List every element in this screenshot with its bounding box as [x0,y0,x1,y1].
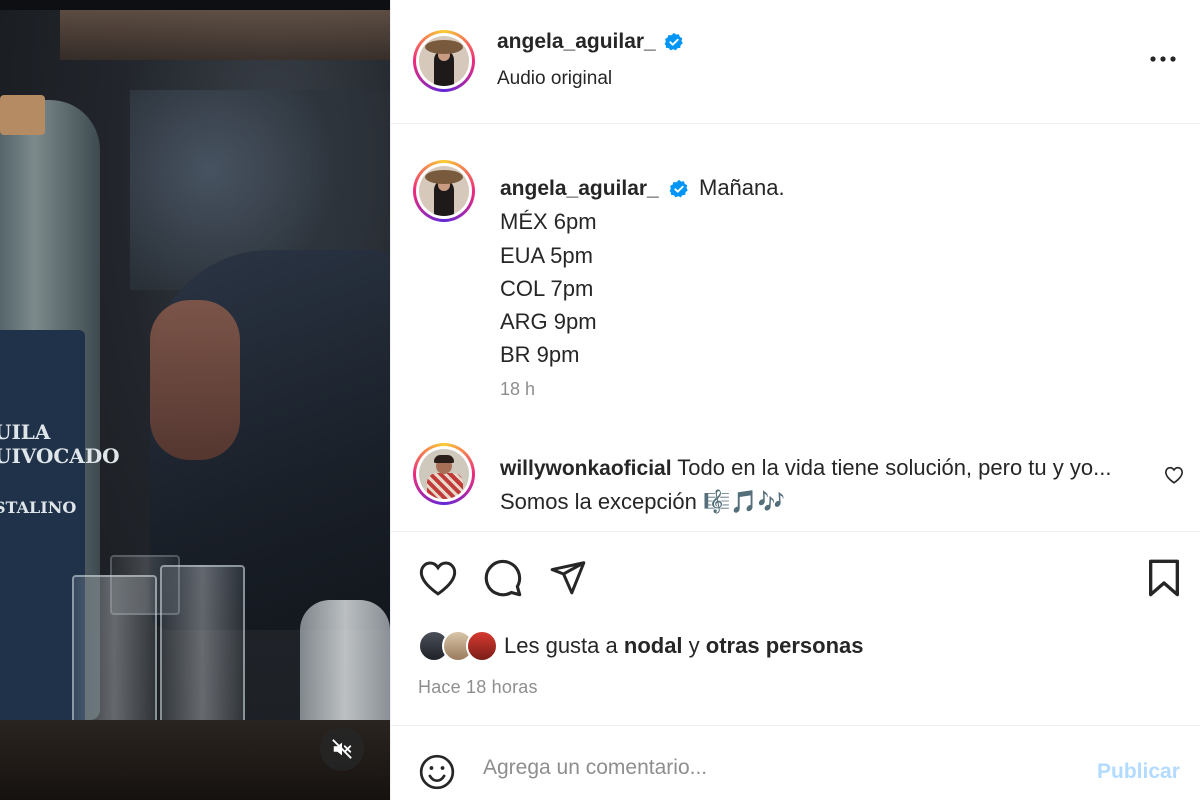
caption-avatar[interactable] [413,160,475,222]
media-shelf [60,10,390,60]
send-icon [550,561,586,595]
media-glass [110,555,180,615]
comment-like-button[interactable] [1164,466,1184,489]
likes-summary[interactable]: Les gusta a nodal y otras personas [418,630,864,662]
comment-text-line: Todo en la vida tiene solución, pero tu … [677,455,1112,480]
comment: willywonkaoficial Todo en la vida tiene … [500,451,1130,518]
save-button[interactable] [1147,558,1181,598]
comment-text-line: Somos la excepción 🎼🎵🎶 [500,489,786,514]
post-media[interactable]: UILA UIVOCADO STALINO [0,0,390,800]
label-text: UILA [0,420,51,444]
likers-others-link[interactable]: otras personas [706,633,864,658]
caption-text: angela_aguilar_ Mañana. MÉX 6pm EUA 5pm … [500,171,785,372]
caption-line: Mañana. [699,175,785,200]
like-button[interactable] [418,559,458,597]
emoji-icon [419,754,455,790]
verified-badge-icon [669,180,688,198]
commenter-avatar[interactable] [413,443,475,505]
caption-username[interactable]: angela_aguilar_ [500,177,659,200]
commenter-username[interactable]: willywonkaoficial [500,457,672,480]
comment-input[interactable] [483,756,1063,780]
caption-line: MÉX 6pm [500,209,597,235]
caption-line: BR 9pm [500,342,580,368]
action-bar [391,531,1200,532]
emoji-button[interactable] [418,753,456,796]
caption-line: COL 7pm [500,275,594,301]
comment-icon [484,559,522,597]
caption-line: EUA 5pm [500,242,593,268]
comments-section[interactable]: angela_aguilar_ Mañana. MÉX 6pm EUA 5pm … [391,124,1200,531]
more-options-button[interactable] [1143,44,1183,74]
comment-button[interactable] [483,558,523,598]
share-button[interactable] [549,558,587,596]
label-text: STALINO [0,498,77,517]
heart-icon [419,561,457,596]
liker-avatars [418,630,498,662]
verified-badge-icon [664,32,683,51]
heart-icon [1164,466,1184,484]
author-avatar[interactable] [413,30,475,92]
post-timestamp[interactable]: Hace 18 horas [418,677,538,698]
audio-label[interactable]: Audio original [497,68,612,90]
label-text: UIVOCADO [0,444,120,468]
media-arm [150,300,240,460]
post-comment-button[interactable]: Publicar [1097,760,1180,784]
comment-composer: Publicar [391,725,1200,800]
liker-avatar [466,630,498,662]
author-line: angela_aguilar_ [497,30,684,54]
caption-line: ARG 9pm [500,309,597,335]
post-header: angela_aguilar_ Audio original [391,0,1200,124]
caption-timestamp[interactable]: 18 h [500,379,535,400]
media-top-edge [0,0,390,10]
speaker-muted-icon [332,739,352,759]
media-bottle-cork [0,95,45,135]
author-username[interactable]: angela_aguilar_ [497,30,656,54]
likes-text: Les gusta a nodal y otras personas [504,633,864,658]
more-horizontal-icon [1150,56,1176,62]
bookmark-icon [1148,559,1179,597]
mute-button[interactable] [320,727,364,771]
post-side-panel: angela_aguilar_ Audio original angela_ag… [390,0,1200,800]
liker-username[interactable]: nodal [624,633,683,658]
